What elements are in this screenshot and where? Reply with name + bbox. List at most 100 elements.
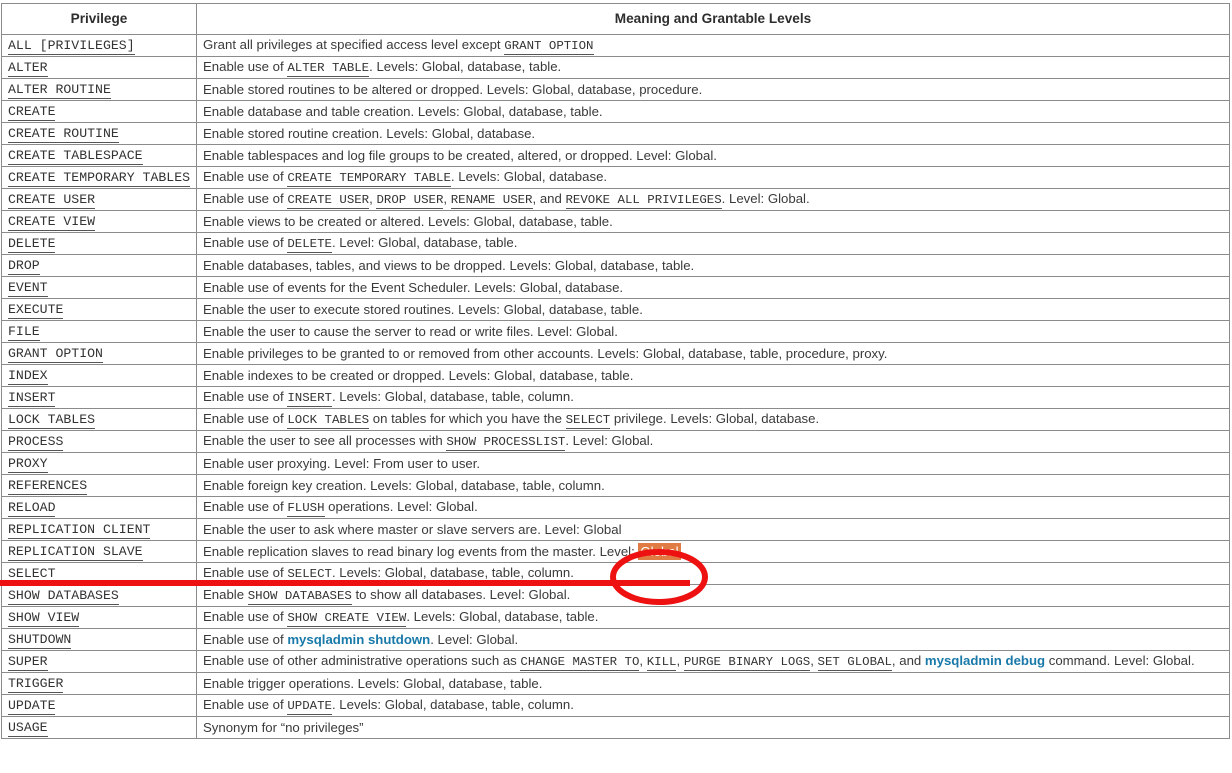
privilege-name: LOCK TABLES (8, 411, 96, 429)
meaning-text: Enable use of (203, 169, 288, 185)
meaning-cell: Enable tablespaces and log file groups t… (196, 144, 1230, 167)
sql-keyword: FLUSH (287, 501, 325, 518)
sql-keyword: SET GLOBAL (817, 655, 892, 672)
meaning-cell: Enable databases, tables, and views to b… (196, 254, 1230, 277)
meaning-text: Enable the user to ask where master or s… (203, 521, 622, 537)
sql-keyword: SELECT (565, 413, 611, 430)
table-row: SHOW DATABASES Enable SHOW DATABASES to s… (1, 584, 1230, 607)
meaning-text: Enable use of (203, 389, 288, 405)
privilege-name-cell: PROXY (1, 452, 197, 475)
privilege-name: DELETE (8, 235, 56, 253)
table-row: USAGE Synonym for “no privileges” (1, 716, 1230, 739)
privilege-name-cell: REFERENCES (1, 474, 197, 497)
meaning-text: Enable use of (203, 697, 288, 713)
table-row: EXECUTE Enable the user to execute stored… (1, 298, 1230, 321)
meaning-cell: Enable user proxying. Level: From user t… (196, 452, 1230, 475)
meaning-cell: Enable use of UPDATE. Levels: Global, da… (196, 694, 1230, 717)
meaning-cell: Enable use of SELECT. Levels: Global, da… (196, 562, 1230, 585)
privilege-name-cell: RELOAD (1, 496, 197, 519)
meaning-text: Enable the user to see all processes wit… (203, 433, 447, 449)
meaning-cell: Enable database and table creation. Leve… (196, 100, 1230, 123)
table-row: CREATE VIEW Enable views to be created or… (1, 210, 1230, 233)
meaning-text: Grant all privileges at specified access… (203, 37, 505, 53)
highlighted-text: Global (638, 542, 681, 560)
meaning-cell: Enable foreign key creation. Levels: Glo… (196, 474, 1230, 497)
table-row: REFERENCES Enable foreign key creation. L… (1, 474, 1230, 497)
privilege-name: CREATE TABLESPACE (8, 147, 143, 165)
privilege-name: DROP (8, 257, 40, 275)
meaning-text: Synonym for “no privileges” (203, 719, 364, 735)
privilege-name-cell: DROP (1, 254, 197, 277)
meaning-text: . Level: Global, database, table. (331, 235, 518, 251)
privilege-name: INDEX (8, 367, 48, 385)
sql-keyword: DROP USER (376, 193, 444, 210)
privilege-name: EXECUTE (8, 301, 64, 319)
privilege-name-cell: SHOW DATABASES (1, 584, 197, 607)
sql-keyword: CHANGE MASTER TO (520, 655, 640, 672)
privilege-name: SHUTDOWN (8, 631, 72, 649)
command-name: mysqladmin shutdown (287, 631, 431, 647)
table-row: CREATE USER Enable use of CREATE USER, DR… (1, 188, 1230, 211)
meaning-text: on tables for which you have the (369, 411, 566, 427)
meaning-cell: Enable stored routines to be altered or … (196, 78, 1230, 101)
privilege-name-cell: ALTER ROUTINE (1, 78, 197, 101)
meaning-cell: Enable views to be created or altered. L… (196, 210, 1230, 233)
meaning-cell: Enable replication slaves to read binary… (196, 540, 1230, 563)
table-row: CREATE ROUTINE Enable stored routine crea… (1, 122, 1230, 145)
privilege-name: SHOW DATABASES (8, 587, 119, 605)
table-row: SUPER Enable use of other administrative … (1, 650, 1230, 673)
meaning-text: Enable views to be created or altered. L… (203, 213, 613, 229)
meaning-text: . Levels: Global, database. (450, 169, 608, 185)
meaning-text: Enable use of (203, 609, 288, 625)
table-row: INSERT Enable use of INSERT. Levels: Glob… (1, 386, 1230, 409)
privilege-name-cell: ALL [PRIVILEGES] (1, 34, 197, 57)
table-row: CREATE TABLESPACE Enable tablespaces and … (1, 144, 1230, 167)
meaning-cell: Enable the user to cause the server to r… (196, 320, 1230, 343)
privilege-name: ALL [PRIVILEGES] (8, 37, 135, 55)
meaning-text: Enable database and table creation. Leve… (203, 103, 603, 119)
meaning-text: , (676, 653, 684, 669)
meaning-cell: Enable trigger operations. Levels: Globa… (196, 672, 1230, 695)
meaning-cell: Enable use of FLUSH operations. Level: G… (196, 496, 1230, 519)
privilege-name-cell: ALTER (1, 56, 197, 79)
sql-keyword: SHOW DATABASES (247, 589, 352, 606)
meaning-text: . Levels: Global, database, table, colum… (331, 697, 574, 713)
privilege-name: REFERENCES (8, 477, 88, 495)
meaning-text: privilege. Levels: Global, database. (610, 411, 820, 427)
privilege-name-cell: INDEX (1, 364, 197, 387)
meaning-text: . Levels: Global, database, table, colum… (331, 565, 574, 581)
meaning-text: . Level: Global. (565, 433, 654, 449)
meaning-text: , and (532, 191, 566, 207)
table-row: CREATE TEMPORARY TABLES Enable use of CRE… (1, 166, 1230, 189)
privilege-name-cell: EXECUTE (1, 298, 197, 321)
meaning-text: operations. Level: Global. (324, 499, 478, 515)
meaning-text: , (639, 653, 647, 669)
privilege-name: TRIGGER (8, 675, 64, 693)
privilege-name-cell: SHUTDOWN (1, 628, 197, 651)
sql-keyword: SELECT (287, 567, 332, 584)
sql-keyword: CREATE TEMPORARY TABLE (287, 171, 451, 188)
sql-keyword: ALTER TABLE (287, 61, 370, 78)
meaning-cell: Enable use of DELETE. Level: Global, dat… (196, 232, 1230, 255)
meaning-text: Enable (203, 587, 248, 603)
privilege-name: CREATE VIEW (8, 213, 96, 231)
meaning-text: . (680, 543, 685, 559)
privilege-name: SELECT (8, 565, 56, 583)
meaning-text: Enable use of (203, 631, 288, 647)
privilege-name-cell: CREATE TEMPORARY TABLES (1, 166, 197, 189)
privilege-name: UPDATE (8, 697, 56, 715)
privilege-name: CREATE TEMPORARY TABLES (8, 169, 191, 187)
privilege-name-cell: FILE (1, 320, 197, 343)
sql-keyword: INSERT (287, 391, 332, 408)
meaning-text: Enable tablespaces and log file groups t… (203, 147, 717, 163)
privilege-name: CREATE USER (8, 191, 96, 209)
privilege-name-cell: CREATE TABLESPACE (1, 144, 197, 167)
table-row: PROXY Enable user proxying. Level: From u… (1, 452, 1230, 475)
privilege-name: CREATE (8, 103, 56, 121)
meaning-cell: Enable privileges to be granted to or re… (196, 342, 1230, 365)
meaning-cell: Enable the user to see all processes wit… (196, 430, 1230, 453)
meaning-text: Enable use of (203, 59, 288, 75)
meaning-text: Enable stored routines to be altered or … (203, 81, 703, 97)
table-row: DELETE Enable use of DELETE. Level: Globa… (1, 232, 1230, 255)
meaning-cell: Enable the user to ask where master or s… (196, 518, 1230, 541)
